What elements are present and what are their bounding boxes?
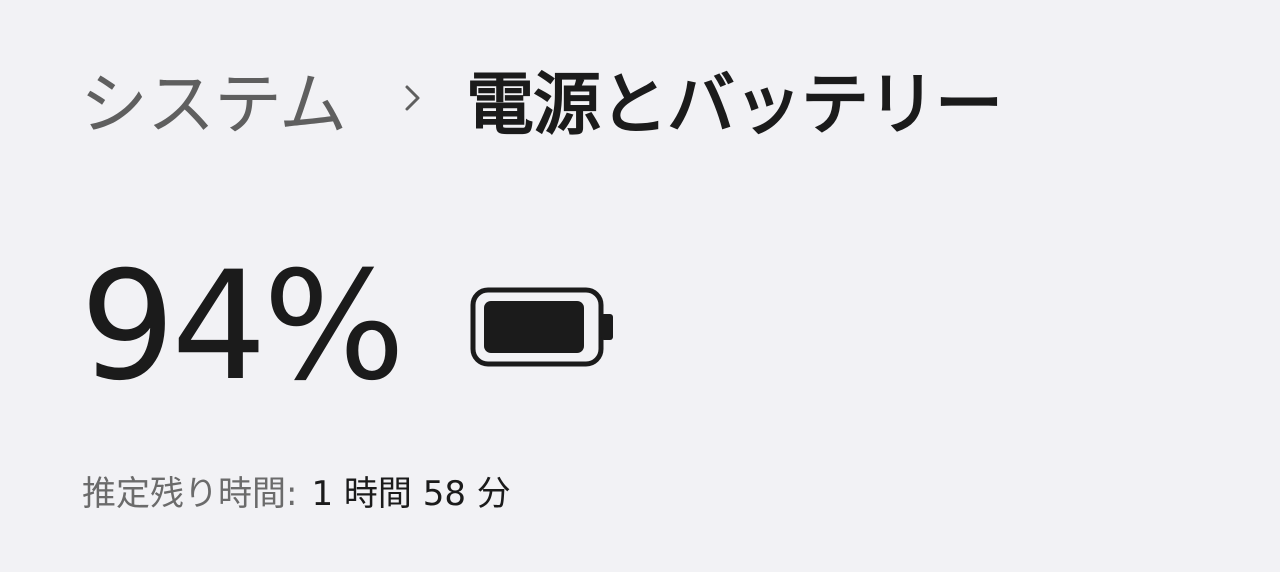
estimated-time-remaining: 推定残り時間: 1 時間 58 分 <box>82 466 511 515</box>
breadcrumb-system-link[interactable]: システム <box>80 49 347 148</box>
battery-fill <box>484 301 585 353</box>
chevron-right-icon <box>404 83 422 113</box>
breadcrumb: システム 電源とバッテリー <box>80 56 1003 145</box>
battery-status: 94% <box>80 252 619 402</box>
battery-icon <box>469 286 619 368</box>
page-title: 電源とバッテリー <box>465 65 1003 145</box>
estimate-value: 1 時間 58 分 <box>311 474 511 514</box>
estimate-label: 推定残り時間: <box>82 474 298 514</box>
battery-percentage: 94% <box>80 240 405 414</box>
